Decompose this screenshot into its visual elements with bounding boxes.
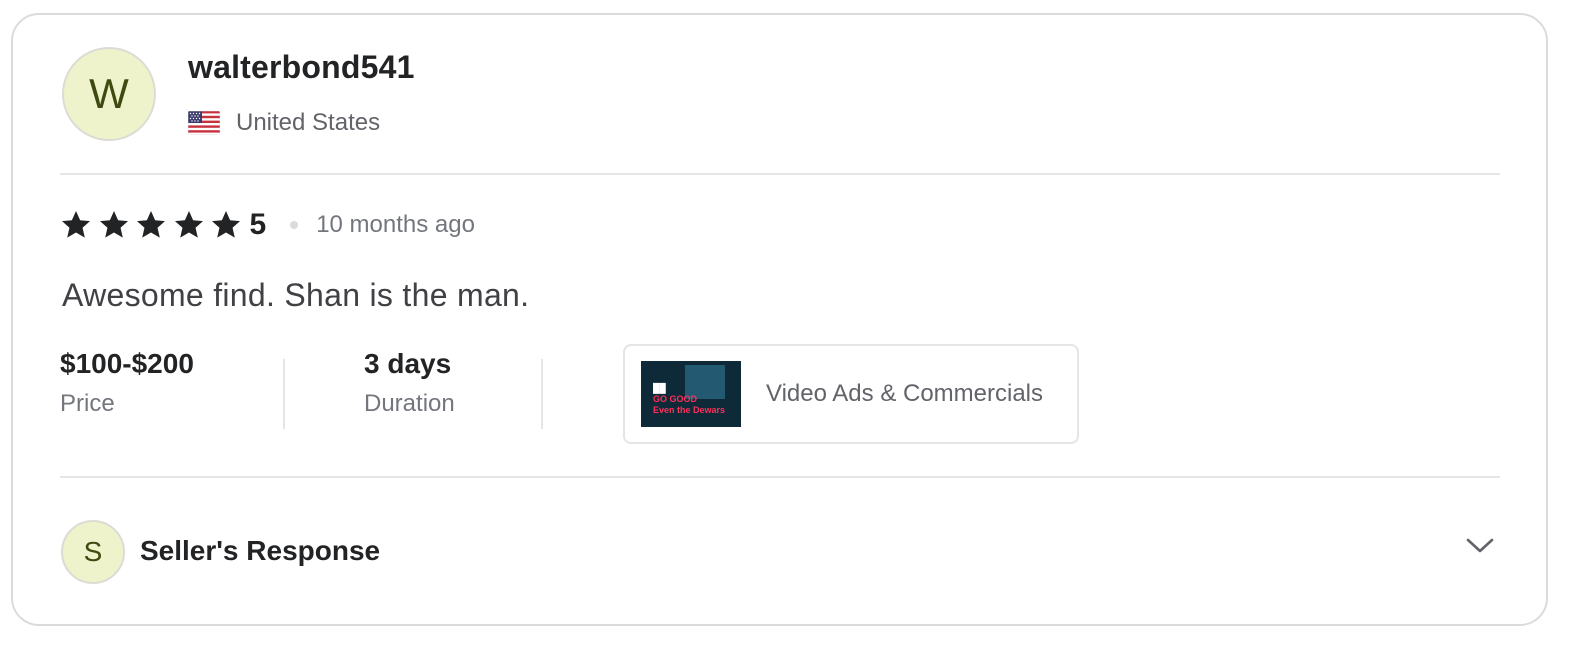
thumbnail-text: GO GOOD (653, 394, 698, 404)
star-rating (60, 209, 248, 241)
thumbnail-text: Even the Dewars (653, 405, 726, 415)
star-icon (137, 211, 165, 238)
star-icon (62, 211, 90, 238)
reviewer-avatar-initial: W (89, 70, 129, 117)
price-value: $100-$200 (60, 348, 194, 379)
separator-dot (290, 221, 299, 229)
seller-avatar-initial: S (83, 536, 103, 567)
seller-avatar: S (61, 520, 125, 584)
thumbnail-text: ██ (653, 383, 666, 393)
meta-divider (283, 359, 285, 429)
section-divider (60, 476, 1500, 478)
country-name: United States (236, 109, 381, 136)
reviewer-country: United States (188, 109, 380, 137)
duration-block: 3 days Duration (364, 348, 455, 418)
gig-title: Video Ads & Commercials (766, 380, 1044, 407)
header-divider (60, 173, 1500, 175)
review-time-ago: 10 months ago (316, 211, 475, 238)
reviewer-username[interactable]: walterbond541 (188, 49, 415, 86)
price-label: Price (60, 390, 115, 417)
reviewer-avatar[interactable]: W (62, 47, 156, 141)
rating-row: 5 10 months ago (60, 208, 475, 242)
seller-response-title[interactable]: Seller's Response (140, 535, 380, 567)
star-icon (212, 211, 240, 238)
meta-divider (541, 359, 543, 429)
review-card: W walterbond541 United States 5 10 month… (11, 13, 1548, 626)
duration-value: 3 days (364, 348, 452, 379)
rating-value: 5 (249, 208, 267, 241)
duration-label: Duration (364, 390, 455, 417)
us-flag-icon (188, 111, 220, 135)
review-text: Awesome find. Shan is the man. (62, 277, 530, 313)
gig-link[interactable]: ██ GO GOOD Even the Dewars Video Ads & C… (623, 344, 1079, 444)
gig-thumbnail: ██ GO GOOD Even the Dewars (641, 361, 741, 427)
star-icon (99, 211, 128, 238)
star-icon (174, 211, 203, 238)
chevron-down-icon[interactable] (1465, 535, 1495, 555)
price-block: $100-$200 Price (60, 348, 194, 418)
